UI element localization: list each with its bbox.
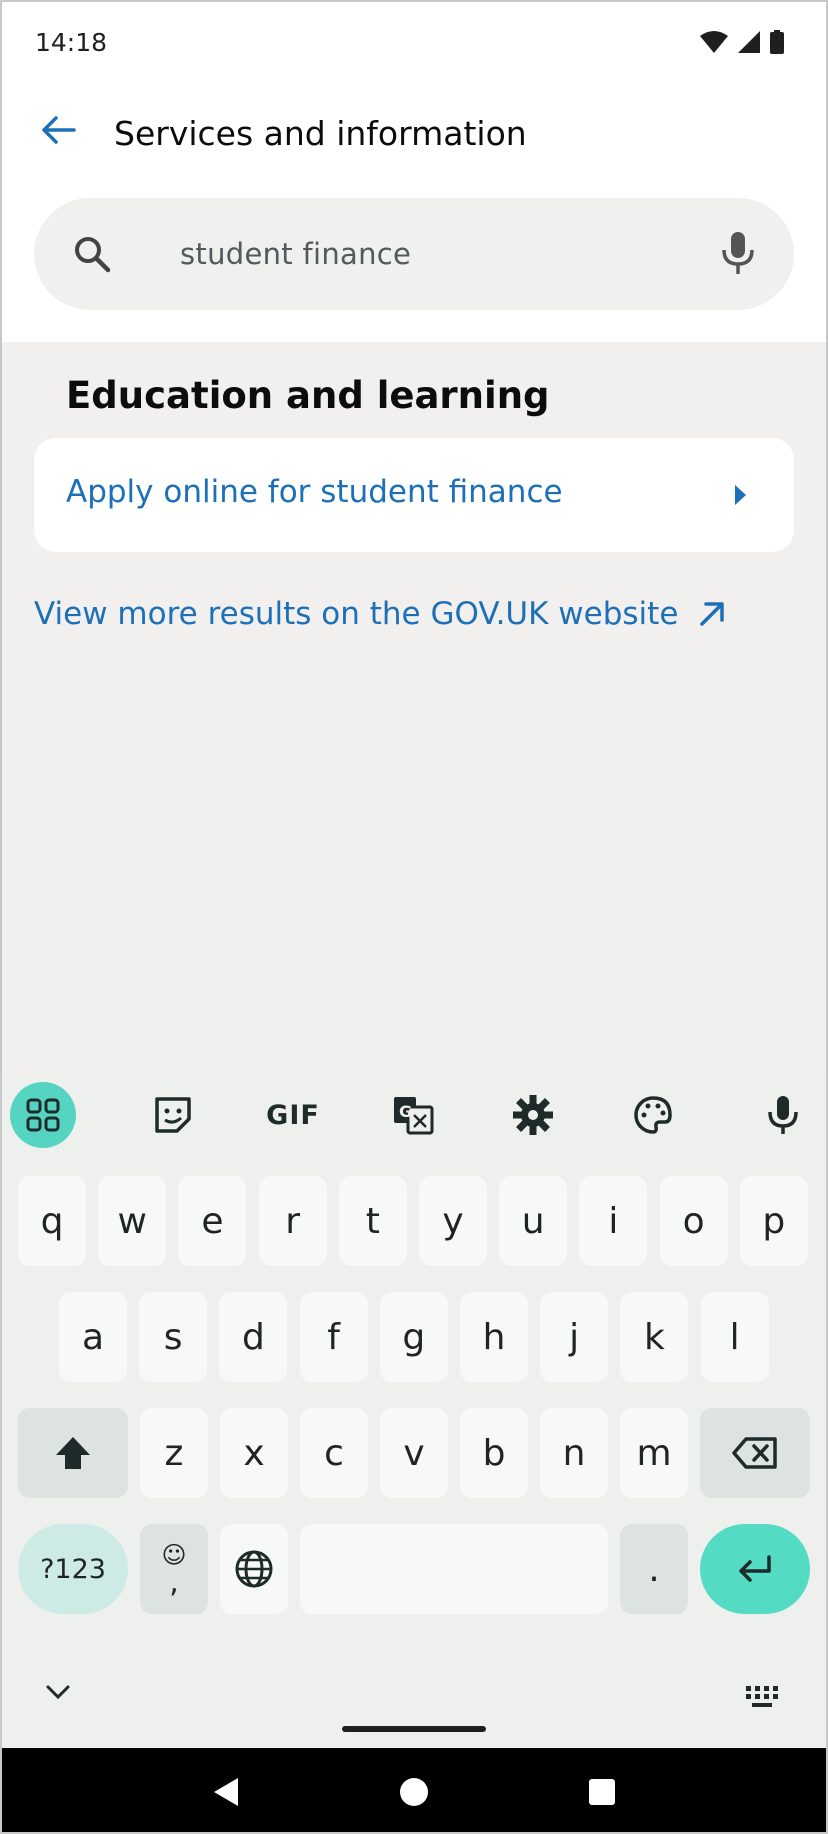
arrow-left-icon bbox=[42, 116, 76, 144]
svg-text:G: G bbox=[399, 1102, 412, 1121]
shift-arrow-icon bbox=[56, 1437, 90, 1469]
key-p[interactable]: p bbox=[739, 1176, 808, 1266]
key-c[interactable]: c bbox=[300, 1408, 368, 1498]
back-button[interactable] bbox=[34, 106, 82, 154]
symbols-key[interactable]: ?123 bbox=[18, 1524, 128, 1614]
apps-grid-glyph bbox=[26, 1098, 60, 1132]
battery-icon bbox=[770, 30, 784, 54]
signal-icon bbox=[738, 31, 760, 53]
key-e[interactable]: e bbox=[178, 1176, 247, 1266]
key-z[interactable]: z bbox=[140, 1408, 208, 1498]
keyboard-toolbar: GIF G bbox=[0, 1072, 828, 1160]
key-i[interactable]: i bbox=[579, 1176, 648, 1266]
status-bar: 14:18 bbox=[0, 0, 828, 86]
backspace-icon bbox=[732, 1437, 777, 1469]
emoji-comma-key[interactable]: ☺ , bbox=[140, 1524, 208, 1614]
keyboard-icon[interactable] bbox=[744, 1684, 784, 1714]
key-u[interactable]: u bbox=[499, 1176, 568, 1266]
key-v[interactable]: v bbox=[380, 1408, 448, 1498]
microphone-icon[interactable] bbox=[714, 228, 762, 278]
system-nav-bar bbox=[0, 1748, 828, 1834]
key-y[interactable]: y bbox=[419, 1176, 487, 1266]
key-m[interactable]: m bbox=[620, 1408, 688, 1498]
result-item[interactable]: Apply online for student finance bbox=[34, 438, 794, 552]
keyboard-microphone-icon[interactable] bbox=[750, 1082, 816, 1148]
result-item-label: Apply online for student finance bbox=[66, 474, 563, 510]
key-j[interactable]: j bbox=[540, 1292, 609, 1382]
key-n[interactable]: n bbox=[540, 1408, 608, 1498]
nav-home-icon[interactable] bbox=[392, 1770, 436, 1814]
wifi-icon bbox=[700, 31, 728, 53]
key-b[interactable]: b bbox=[460, 1408, 528, 1498]
apps-grid-icon[interactable] bbox=[10, 1082, 76, 1148]
gif-label: GIF bbox=[266, 1099, 320, 1131]
results-area: Education and learning Apply online for … bbox=[0, 342, 828, 1072]
translate-glyph: G bbox=[394, 1097, 434, 1135]
status-time: 14:18 bbox=[35, 28, 108, 57]
key-w[interactable]: w bbox=[98, 1176, 167, 1266]
palette-icon[interactable] bbox=[620, 1082, 686, 1148]
comma-label: , bbox=[169, 1565, 179, 1600]
enter-key[interactable] bbox=[700, 1524, 810, 1614]
key-q[interactable]: q bbox=[18, 1176, 86, 1266]
language-key[interactable] bbox=[220, 1524, 288, 1614]
palette-glyph bbox=[634, 1096, 672, 1134]
keyboard-glyph bbox=[746, 1686, 778, 1707]
translate-icon[interactable]: G bbox=[380, 1082, 446, 1148]
sticker-icon[interactable] bbox=[140, 1082, 206, 1148]
nav-back-icon[interactable] bbox=[204, 1770, 248, 1814]
gear-glyph bbox=[513, 1095, 553, 1135]
key-x[interactable]: x bbox=[220, 1408, 288, 1498]
search-area bbox=[0, 186, 828, 342]
key-d[interactable]: d bbox=[219, 1292, 288, 1382]
external-arrow-icon bbox=[700, 602, 725, 626]
search-icon bbox=[75, 237, 111, 273]
gif-button[interactable]: GIF bbox=[260, 1082, 326, 1148]
microphone-glyph bbox=[768, 1096, 798, 1134]
key-g[interactable]: g bbox=[379, 1292, 448, 1382]
search-input[interactable] bbox=[144, 222, 740, 286]
enter-arrow-icon bbox=[739, 1555, 771, 1582]
shift-key[interactable] bbox=[18, 1408, 128, 1498]
more-results-link[interactable]: View more results on the GOV.UK website bbox=[34, 596, 726, 632]
home-indicator bbox=[342, 1726, 486, 1732]
key-o[interactable]: o bbox=[659, 1176, 728, 1266]
period-key[interactable]: . bbox=[620, 1524, 688, 1614]
on-screen-keyboard: GIF G q w e r t y u i o p a s d f g h j … bbox=[0, 1072, 828, 1748]
key-k[interactable]: k bbox=[620, 1292, 689, 1382]
nav-recents-glyph bbox=[589, 1779, 615, 1805]
page-title: Services and information bbox=[114, 114, 527, 153]
key-a[interactable]: a bbox=[59, 1292, 127, 1382]
app-bar: Services and information bbox=[0, 86, 828, 186]
status-icons bbox=[700, 30, 784, 54]
section-heading: Education and learning bbox=[66, 374, 550, 417]
key-s[interactable]: s bbox=[139, 1292, 208, 1382]
nav-back-glyph bbox=[214, 1778, 238, 1806]
gear-icon[interactable] bbox=[500, 1082, 566, 1148]
key-f[interactable]: f bbox=[299, 1292, 368, 1382]
nav-home-glyph bbox=[400, 1778, 428, 1806]
sticker-glyph bbox=[155, 1097, 191, 1133]
key-t[interactable]: t bbox=[338, 1176, 407, 1266]
search-bar[interactable] bbox=[34, 198, 794, 310]
backspace-key[interactable] bbox=[700, 1408, 810, 1498]
globe-icon bbox=[235, 1550, 273, 1588]
nav-recents-icon[interactable] bbox=[580, 1770, 624, 1814]
chevron-down-glyph bbox=[46, 1685, 70, 1700]
key-l[interactable]: l bbox=[700, 1292, 769, 1382]
key-h[interactable]: h bbox=[460, 1292, 528, 1382]
space-key[interactable] bbox=[300, 1524, 608, 1614]
more-results-label: View more results on the GOV.UK website bbox=[34, 596, 679, 632]
chevron-right-icon bbox=[735, 485, 746, 505]
key-r[interactable]: r bbox=[258, 1176, 327, 1266]
chevron-down-icon[interactable] bbox=[44, 1682, 80, 1712]
